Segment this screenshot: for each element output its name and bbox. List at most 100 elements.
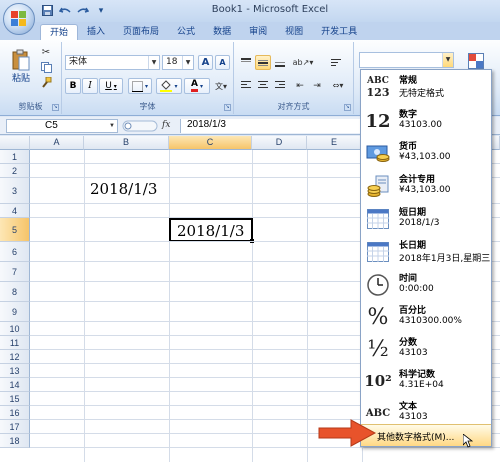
row-header-5[interactable]: 5: [0, 218, 30, 242]
format-sample: 4310300.00%: [399, 316, 462, 326]
merge-icon: ⇔▾: [332, 81, 344, 90]
office-button[interactable]: [3, 3, 35, 35]
column-header-c[interactable]: C: [169, 136, 252, 150]
decrease-indent-button[interactable]: ⇤: [292, 78, 308, 93]
grow-font-button[interactable]: A: [198, 55, 213, 70]
format-item-general[interactable]: ABC 123 常规 无特定格式: [361, 70, 491, 102]
format-item-long-date[interactable]: 长日期 2018年1月3日,星期三: [361, 235, 491, 267]
format-item-percent[interactable]: % 百分比 4310300.00%: [361, 300, 491, 332]
outdent-icon: ⇤: [296, 80, 304, 91]
align-top-button[interactable]: [238, 55, 254, 70]
italic-button[interactable]: I: [82, 78, 98, 94]
row-header-1[interactable]: 1: [0, 150, 30, 164]
bold-button[interactable]: B: [65, 78, 81, 94]
name-box-value: C5: [45, 120, 58, 131]
format-item-scientific[interactable]: 10² 科学记数 4.31E+04: [361, 364, 491, 396]
row-header-16[interactable]: 16: [0, 406, 30, 420]
tab-formulas[interactable]: 公式: [168, 24, 204, 40]
general-format-icon: ABC 123: [366, 76, 390, 99]
format-item-fraction[interactable]: ½ 分数 43103: [361, 332, 491, 364]
row-header-4[interactable]: 4: [0, 204, 30, 218]
font-size-combo[interactable]: 18 ▼: [162, 55, 194, 70]
borders-button[interactable]: ▾: [128, 78, 152, 94]
row-header-15[interactable]: 15: [0, 392, 30, 406]
tab-review[interactable]: 审阅: [240, 24, 276, 40]
red-arrow-icon: [318, 419, 377, 447]
align-right-icon: [275, 81, 285, 88]
row-header-7[interactable]: 7: [0, 262, 30, 282]
formula-input[interactable]: 2018/1/3: [180, 119, 360, 133]
gridline: [252, 150, 253, 462]
clipboard-launcher-icon[interactable]: ↘: [52, 104, 59, 111]
tab-data[interactable]: 数据: [204, 24, 240, 40]
row-header-13[interactable]: 13: [0, 364, 30, 378]
copy-button[interactable]: [38, 60, 54, 74]
format-item-short-date[interactable]: 短日期 2018/1/3: [361, 202, 491, 234]
row-header-17[interactable]: 17: [0, 420, 30, 434]
font-color-button[interactable]: A ▾: [184, 78, 210, 94]
fill-color-button[interactable]: ▾: [156, 78, 182, 94]
align-center-icon: [258, 81, 268, 88]
alignment-launcher-icon[interactable]: ↘: [344, 104, 351, 111]
format-item-currency[interactable]: 货币 ¥43,103.00: [361, 136, 491, 168]
underline-button[interactable]: U ▾: [99, 78, 123, 94]
indent-icon: ⇥: [313, 80, 321, 91]
cell-b3[interactable]: 2018/1/3: [90, 180, 157, 198]
tab-insert[interactable]: 插入: [78, 24, 114, 40]
chevron-down-icon[interactable]: ▼: [109, 120, 115, 132]
chevron-down-icon[interactable]: ▼: [442, 53, 453, 67]
font-launcher-icon[interactable]: ↘: [224, 104, 231, 111]
select-all-corner[interactable]: [0, 136, 30, 150]
phonetic-button[interactable]: 文▾: [212, 78, 230, 94]
number-format-combo[interactable]: ▼: [359, 52, 454, 68]
row-header-9[interactable]: 9: [0, 302, 30, 322]
paste-button[interactable]: 粘贴: [8, 44, 34, 88]
tab-home[interactable]: 开始: [40, 24, 79, 40]
chevron-down-icon[interactable]: ▼: [182, 56, 193, 69]
orientation-button[interactable]: ab↗▾: [292, 55, 314, 70]
italic-icon: I: [88, 81, 92, 91]
merge-center-button[interactable]: ⇔▾: [328, 78, 348, 93]
zoom-slider-icon: [122, 120, 158, 132]
format-painter-button[interactable]: [38, 75, 54, 89]
tab-developer[interactable]: 开发工具: [312, 24, 366, 40]
insert-function-icon[interactable]: fx: [162, 120, 170, 130]
cut-button[interactable]: ✂: [38, 45, 54, 59]
grow-font-icon: A: [201, 57, 210, 68]
column-header-b[interactable]: B: [84, 136, 169, 150]
format-item-time[interactable]: 时间 0:00:00: [361, 268, 491, 300]
active-cell-c5[interactable]: 2018/1/3: [169, 218, 253, 242]
align-bottom-button[interactable]: [272, 55, 288, 70]
format-sample: 43103: [399, 412, 428, 422]
row-header-2[interactable]: 2: [0, 164, 30, 178]
column-header-d[interactable]: D: [252, 136, 307, 150]
row-header-18[interactable]: 18: [0, 434, 30, 448]
row-header-14[interactable]: 14: [0, 378, 30, 392]
increase-indent-button[interactable]: ⇥: [309, 78, 325, 93]
row-header-10[interactable]: 10: [0, 322, 30, 336]
format-item-number[interactable]: 12 数字 43103.00: [361, 104, 491, 136]
tab-view[interactable]: 视图: [276, 24, 312, 40]
tab-page-layout[interactable]: 页面布局: [114, 24, 168, 40]
row-header-6[interactable]: 6: [0, 242, 30, 262]
format-title: 科学记数: [399, 370, 436, 380]
row-header-11[interactable]: 11: [0, 336, 30, 350]
phonetic-icon: 文▾: [214, 81, 227, 91]
align-middle-icon: [258, 60, 268, 66]
row-header-12[interactable]: 12: [0, 350, 30, 364]
shrink-font-button[interactable]: A: [215, 55, 230, 70]
align-right-button[interactable]: [272, 78, 288, 93]
align-center-button[interactable]: [255, 78, 271, 93]
name-box[interactable]: C5 ▼: [6, 119, 118, 133]
format-item-accounting[interactable]: 会计专用 ¥43,103.00: [361, 169, 491, 201]
row-header-8[interactable]: 8: [0, 282, 30, 302]
column-header-e[interactable]: E: [307, 136, 362, 150]
align-left-button[interactable]: [238, 78, 254, 93]
font-name-combo[interactable]: 宋体 ▼: [65, 55, 160, 70]
column-header-a[interactable]: A: [30, 136, 84, 150]
row-header-3[interactable]: 3: [0, 178, 30, 204]
align-middle-button[interactable]: [255, 55, 271, 70]
wrap-text-button[interactable]: [328, 55, 344, 70]
chevron-down-icon[interactable]: ▼: [148, 56, 159, 69]
format-title: 数字: [399, 110, 418, 120]
